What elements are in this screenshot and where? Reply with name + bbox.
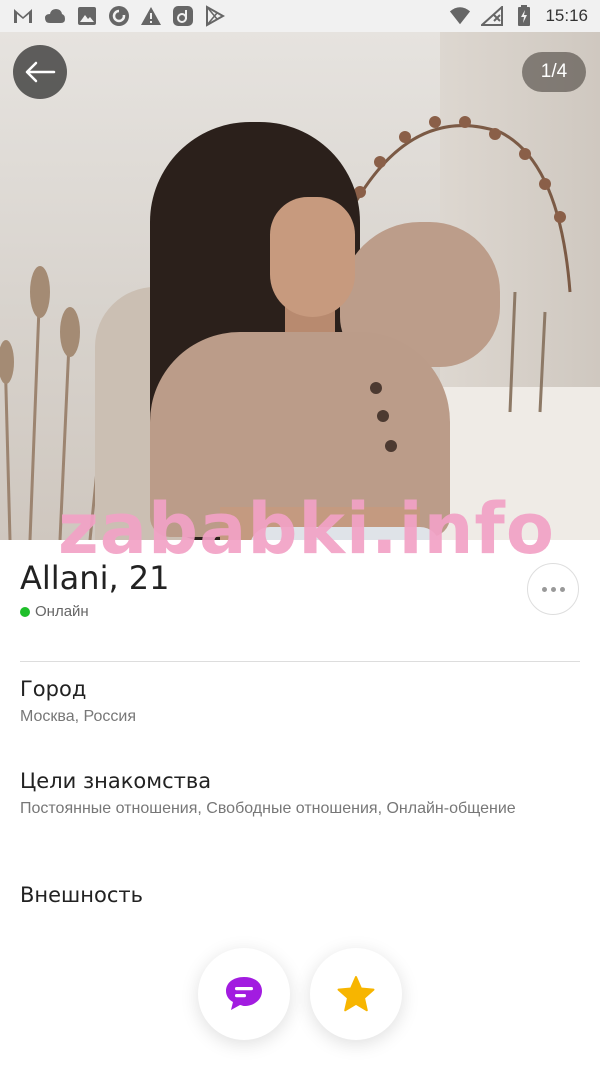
status-bar: 15:16	[0, 0, 600, 32]
more-dot-icon	[550, 586, 556, 592]
gmail-icon	[12, 5, 34, 27]
message-button[interactable]	[198, 948, 290, 1040]
section-title-appearance: Внешность	[20, 883, 144, 907]
watermark: zababki.info	[58, 488, 555, 570]
app-icon	[172, 5, 194, 27]
image-icon	[76, 5, 98, 27]
status-bar-left	[12, 5, 226, 27]
no-signal-icon	[481, 5, 504, 27]
online-dot-icon	[20, 606, 30, 617]
clock: 15:16	[545, 6, 588, 25]
profile-photo[interactable]	[0, 32, 600, 540]
play-store-icon	[204, 5, 226, 27]
back-button[interactable]	[13, 45, 67, 99]
more-dot-icon	[541, 586, 547, 592]
section-value-city: Москва, Россия	[20, 708, 136, 725]
photo-counter: 1/4	[522, 52, 586, 92]
arrow-left-icon	[25, 61, 56, 83]
more-dot-icon	[559, 586, 565, 592]
section-title-goals: Цели знакомства	[20, 769, 212, 793]
photo-face	[270, 197, 355, 317]
wifi-icon	[449, 5, 471, 27]
favorite-button[interactable]	[310, 948, 402, 1040]
profile-name-age: Allani, 21	[20, 559, 170, 597]
chat-icon	[226, 977, 262, 1010]
divider	[20, 661, 580, 662]
photo-sweater-button	[385, 440, 397, 452]
battery-charging-icon	[513, 5, 535, 27]
section-value-goals: Постоянные отношения, Свободные отношени…	[20, 800, 516, 817]
photo-sweater-button	[370, 382, 382, 394]
online-status-label: Онлайн	[35, 603, 89, 620]
more-options-button[interactable]	[527, 563, 579, 615]
star-icon	[337, 976, 375, 1012]
section-title-city: Город	[20, 677, 87, 701]
cloud-icon	[44, 5, 66, 27]
warning-icon	[140, 5, 162, 27]
sync-icon	[108, 5, 130, 27]
online-status: Онлайн	[20, 603, 89, 620]
status-bar-right: 15:16	[449, 5, 588, 27]
photo-sweater-button	[377, 410, 389, 422]
